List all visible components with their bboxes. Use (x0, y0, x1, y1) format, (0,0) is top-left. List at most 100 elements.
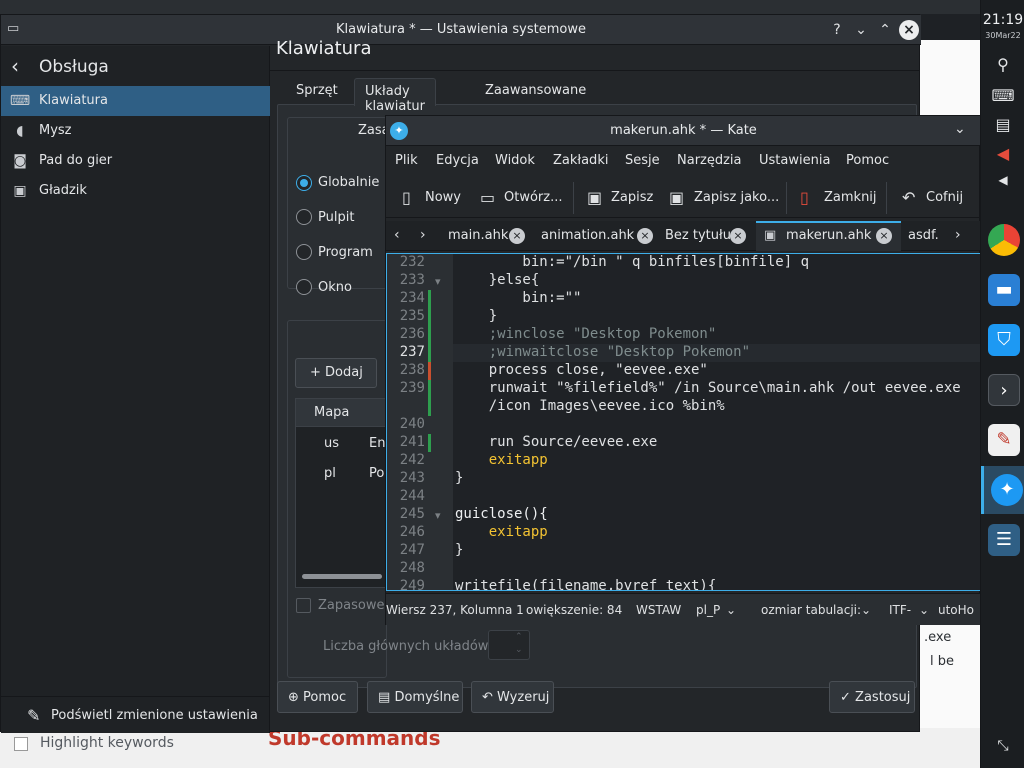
tab-hardware[interactable]: Sprzęt (286, 78, 348, 106)
close-file-icon[interactable]: ▯ (800, 188, 809, 207)
clipboard-icon[interactable]: ▤ (981, 115, 1024, 134)
tab-main-ahk[interactable]: main.ahk (448, 221, 508, 251)
save-as-button[interactable]: Zapisz jako... (694, 190, 779, 205)
task-settings[interactable]: ☰ (981, 516, 1024, 564)
syntax-mode[interactable]: utoHo (938, 603, 974, 617)
code-line[interactable]: run Source/eevee.exe (455, 434, 658, 450)
tab-layouts[interactable]: Układy klawiatur (354, 78, 436, 114)
menu-edit[interactable]: Edycja (436, 153, 479, 168)
back-icon[interactable]: ‹ (11, 54, 19, 78)
menu-file[interactable]: Plik (395, 153, 418, 168)
radio-global[interactable] (296, 175, 312, 191)
spin-down-icon[interactable]: ⌄ (515, 645, 523, 655)
save-button[interactable]: Zapisz (611, 190, 653, 205)
menu-settings[interactable]: Ustawienia (759, 153, 830, 168)
spare-layouts-checkbox[interactable] (296, 598, 311, 613)
code-line[interactable]: ;winwaitclose "Desktop Pokemon" (455, 344, 750, 360)
task-editor[interactable]: ✎ (981, 416, 1024, 464)
task-discover[interactable]: ⛉ (981, 316, 1024, 364)
code-line[interactable]: writefile(filename,byref text){ (455, 578, 716, 590)
code-line[interactable]: /icon Images\eevee.ico %bin% (455, 398, 725, 414)
code-line[interactable]: process close, "eevee.exe" (455, 362, 708, 378)
menu-view[interactable]: Widok (495, 153, 535, 168)
apply-button[interactable]: ✓ Zastosuj (829, 681, 915, 713)
chevron-down-icon[interactable]: ⌄ (919, 603, 929, 617)
table-cell[interactable]: us (324, 436, 339, 451)
cursor-position[interactable]: Wiersz 237, Kolumna 1 (386, 603, 524, 617)
code-line[interactable]: runwait "%filefield%" /in Source\main.ah… (455, 380, 961, 396)
expand-tray-icon[interactable]: ◀ (981, 173, 1024, 187)
sidebar-item-mouse[interactable]: ◖ Mysz (1, 116, 270, 146)
code-line[interactable]: bin:="/bin " q binfiles[binfile] q (455, 254, 809, 270)
add-layout-button[interactable]: + Dodaj (295, 358, 377, 388)
encoding[interactable]: ITF- (889, 603, 911, 617)
clock[interactable]: 21:19 (981, 12, 1024, 28)
sidebar-item-keyboard[interactable]: ⌨ Klawiatura (1, 86, 270, 116)
save-icon[interactable]: ▣ (587, 188, 602, 207)
close-tab-icon[interactable]: × (876, 228, 892, 244)
task-files[interactable]: ▬ (981, 266, 1024, 314)
table-cell[interactable]: Po (369, 466, 384, 481)
chevron-right-icon[interactable]: › (955, 227, 961, 243)
radio-program[interactable] (296, 244, 312, 260)
code-line[interactable]: guiclose(){ (455, 506, 548, 522)
close-tab-icon[interactable]: × (730, 228, 746, 244)
code-editor[interactable]: 232 bin:="/bin " q binfiles[binfile] q 23… (386, 253, 981, 591)
code-line[interactable]: } (455, 542, 463, 558)
radio-window[interactable] (296, 279, 312, 295)
maximize-icon[interactable]: ⌃ (875, 20, 895, 40)
chevron-right-icon[interactable]: › (420, 227, 426, 243)
kde-connect-icon[interactable]: ⚲ (981, 55, 1024, 74)
code-line[interactable]: exitapp (455, 452, 548, 468)
tab-size[interactable]: ozmiar tabulacji: (761, 603, 861, 617)
main-layouts-spinbox[interactable]: ⌃ ⌄ (488, 630, 530, 660)
tab-asdf[interactable]: asdf. (908, 221, 939, 251)
code-line[interactable]: exitapp (455, 524, 548, 540)
radio-desktop[interactable] (296, 209, 312, 225)
chevron-left-icon[interactable]: ‹ (394, 227, 400, 243)
open-folder-icon[interactable]: ▭ (480, 188, 495, 207)
code-line[interactable]: bin:="" (455, 290, 581, 306)
new-button[interactable]: Nowy (425, 190, 461, 205)
horizontal-scrollbar[interactable] (302, 574, 382, 579)
fold-icon[interactable]: ▾ (435, 509, 441, 522)
close-button[interactable]: Zamknij (824, 190, 877, 205)
date[interactable]: 30Mar22 (981, 31, 1024, 40)
sidebar-item-touchpad[interactable]: ▣ Gładzik (1, 176, 270, 206)
sidebar-item-gamepad[interactable]: ◙ Pad do gier (1, 146, 270, 176)
table-cell[interactable]: En (369, 436, 385, 451)
chevron-down-icon[interactable]: ⌄ (861, 603, 871, 617)
resize-panel-icon[interactable]: ⤡ (981, 738, 1024, 754)
input-mode[interactable]: WSTAW (636, 603, 681, 617)
tab-advanced[interactable]: Zaawansowane (475, 78, 596, 106)
task-chrome[interactable] (981, 216, 1024, 264)
code-line[interactable]: ;winclose "Desktop Pokemon" (455, 326, 717, 342)
task-konsole[interactable]: › (981, 366, 1024, 414)
highlight-changed-button[interactable]: ✎ Podświetl zmienione ustawienia (1, 696, 270, 733)
table-cell[interactable]: pl (324, 466, 336, 481)
sidebar-back[interactable]: ‹ Obsługa (1, 46, 270, 90)
keyboard-layout-icon[interactable]: ⌨ (981, 86, 1024, 105)
code-line[interactable]: } (455, 470, 463, 486)
tab-animation-ahk[interactable]: animation.ahk (541, 221, 634, 251)
menu-sessions[interactable]: Sesje (625, 153, 660, 168)
menu-tools[interactable]: Narzędzia (677, 153, 742, 168)
fold-icon[interactable]: ▾ (435, 275, 441, 288)
defaults-button[interactable]: ▤ Domyślne (367, 681, 463, 713)
volume-muted-icon[interactable]: ◀ (981, 144, 1024, 163)
help-icon[interactable]: ? (827, 20, 847, 40)
new-file-icon[interactable]: ▯ (402, 188, 411, 207)
chevron-down-icon[interactable]: ⌄ (726, 603, 736, 617)
minimize-icon[interactable]: ⌄ (851, 20, 871, 40)
reset-button[interactable]: ↶ Wyzeruj (471, 681, 554, 713)
chevron-down-icon[interactable]: ⌄ (954, 121, 966, 137)
menu-help[interactable]: Pomoc (846, 153, 889, 168)
code-line[interactable]: } (455, 308, 497, 324)
task-kate[interactable]: ✦ (981, 466, 1024, 514)
open-button[interactable]: Otwórz... (504, 190, 562, 205)
dictionary[interactable]: pl_P (696, 603, 720, 617)
menu-bookmarks[interactable]: Zakładki (553, 153, 608, 168)
close-tab-icon[interactable]: × (637, 228, 653, 244)
close-icon[interactable]: × (899, 20, 919, 40)
save-as-icon[interactable]: ▣ (669, 188, 684, 207)
